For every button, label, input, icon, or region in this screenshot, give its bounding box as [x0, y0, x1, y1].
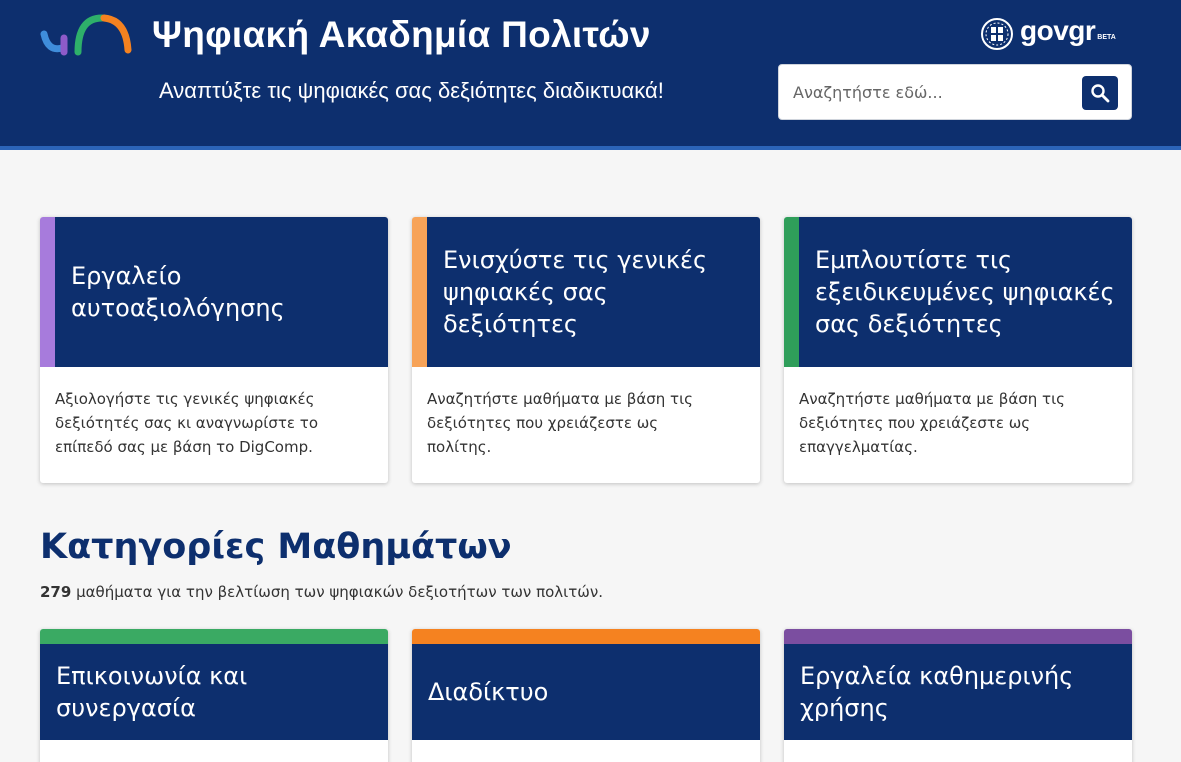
search-button[interactable] [1082, 76, 1118, 110]
govgr-logo[interactable]: govgr BETA [980, 16, 1116, 52]
academy-logo-icon[interactable] [40, 12, 134, 58]
header-divider [0, 146, 1181, 150]
govgr-logo-text: govgr [1020, 15, 1096, 46]
card-title[interactable]: Εμπλουτίστε τις εξειδικευμένες ψηφιακές … [815, 244, 1116, 340]
category-card-communication[interactable]: Επικοινωνία και συνεργασία [40, 629, 388, 762]
category-color-bar [40, 629, 388, 644]
card-header: Εργαλείο αυτοαξιολόγησης [55, 217, 388, 367]
category-header: Εργαλεία καθημερινής χρήσης [784, 644, 1132, 740]
search-box [778, 64, 1132, 120]
card-title[interactable]: Ενισχύστε τις γενικές ψηφιακές σας δεξιό… [443, 244, 744, 340]
site-header: Ψηφιακή Ακαδημία Πολιτών Αναπτύξτε τις ψ… [0, 0, 1181, 146]
category-color-bar [784, 629, 1132, 644]
beta-badge: BETA [1097, 33, 1116, 41]
tagline: Αναπτύξτε τις ψηφιακές σας δεξιότητες δι… [159, 78, 664, 103]
category-header: Επικοινωνία και συνεργασία [40, 644, 388, 740]
greek-emblem-icon [981, 18, 1013, 50]
category-title[interactable]: Διαδίκτυο [428, 676, 548, 708]
card-description: Αναζητήστε μαθήματα με βάση τις δεξιότητ… [799, 390, 1065, 456]
card-header: Εμπλουτίστε τις εξειδικευμένες ψηφιακές … [799, 217, 1132, 367]
card-description: Αξιολογήστε τις γενικές ψηφιακές δεξιότη… [55, 390, 318, 456]
card-accent [40, 217, 55, 367]
category-title[interactable]: Επικοινωνία και συνεργασία [56, 660, 372, 724]
search-input[interactable] [780, 66, 1080, 118]
categories-subtitle-text: μαθήματα για την βελτίωση των ψηφιακών δ… [71, 583, 603, 601]
search-icon [1091, 84, 1110, 103]
category-card-internet[interactable]: Διαδίκτυο [412, 629, 760, 762]
category-color-bar [412, 629, 760, 644]
category-card-everyday-tools[interactable]: Εργαλεία καθημερινής χρήσης [784, 629, 1132, 762]
category-title[interactable]: Εργαλεία καθημερινής χρήσης [800, 660, 1116, 724]
feature-card-specialized-skills[interactable]: Εμπλουτίστε τις εξειδικευμένες ψηφιακές … [784, 217, 1132, 483]
card-accent [784, 217, 799, 367]
card-description: Αναζητήστε μαθήματα με βάση τις δεξιότητ… [427, 390, 693, 456]
feature-card-self-assessment[interactable]: Εργαλείο αυτοαξιολόγησης Αξιολογήστε τις… [40, 217, 388, 483]
categories-heading: Κατηγορίες Μαθημάτων [40, 527, 512, 567]
feature-card-general-skills[interactable]: Ενισχύστε τις γενικές ψηφιακές σας δεξιό… [412, 217, 760, 483]
course-count: 279 [40, 583, 72, 601]
card-title[interactable]: Εργαλείο αυτοαξιολόγησης [71, 260, 372, 324]
site-title[interactable]: Ψηφιακή Ακαδημία Πολιτών [152, 14, 651, 56]
card-header: Ενισχύστε τις γενικές ψηφιακές σας δεξιό… [427, 217, 760, 367]
category-header: Διαδίκτυο [412, 644, 760, 740]
card-accent [412, 217, 427, 367]
categories-subtitle: 279 μαθήματα για την βελτίωση των ψηφιακ… [40, 583, 603, 601]
